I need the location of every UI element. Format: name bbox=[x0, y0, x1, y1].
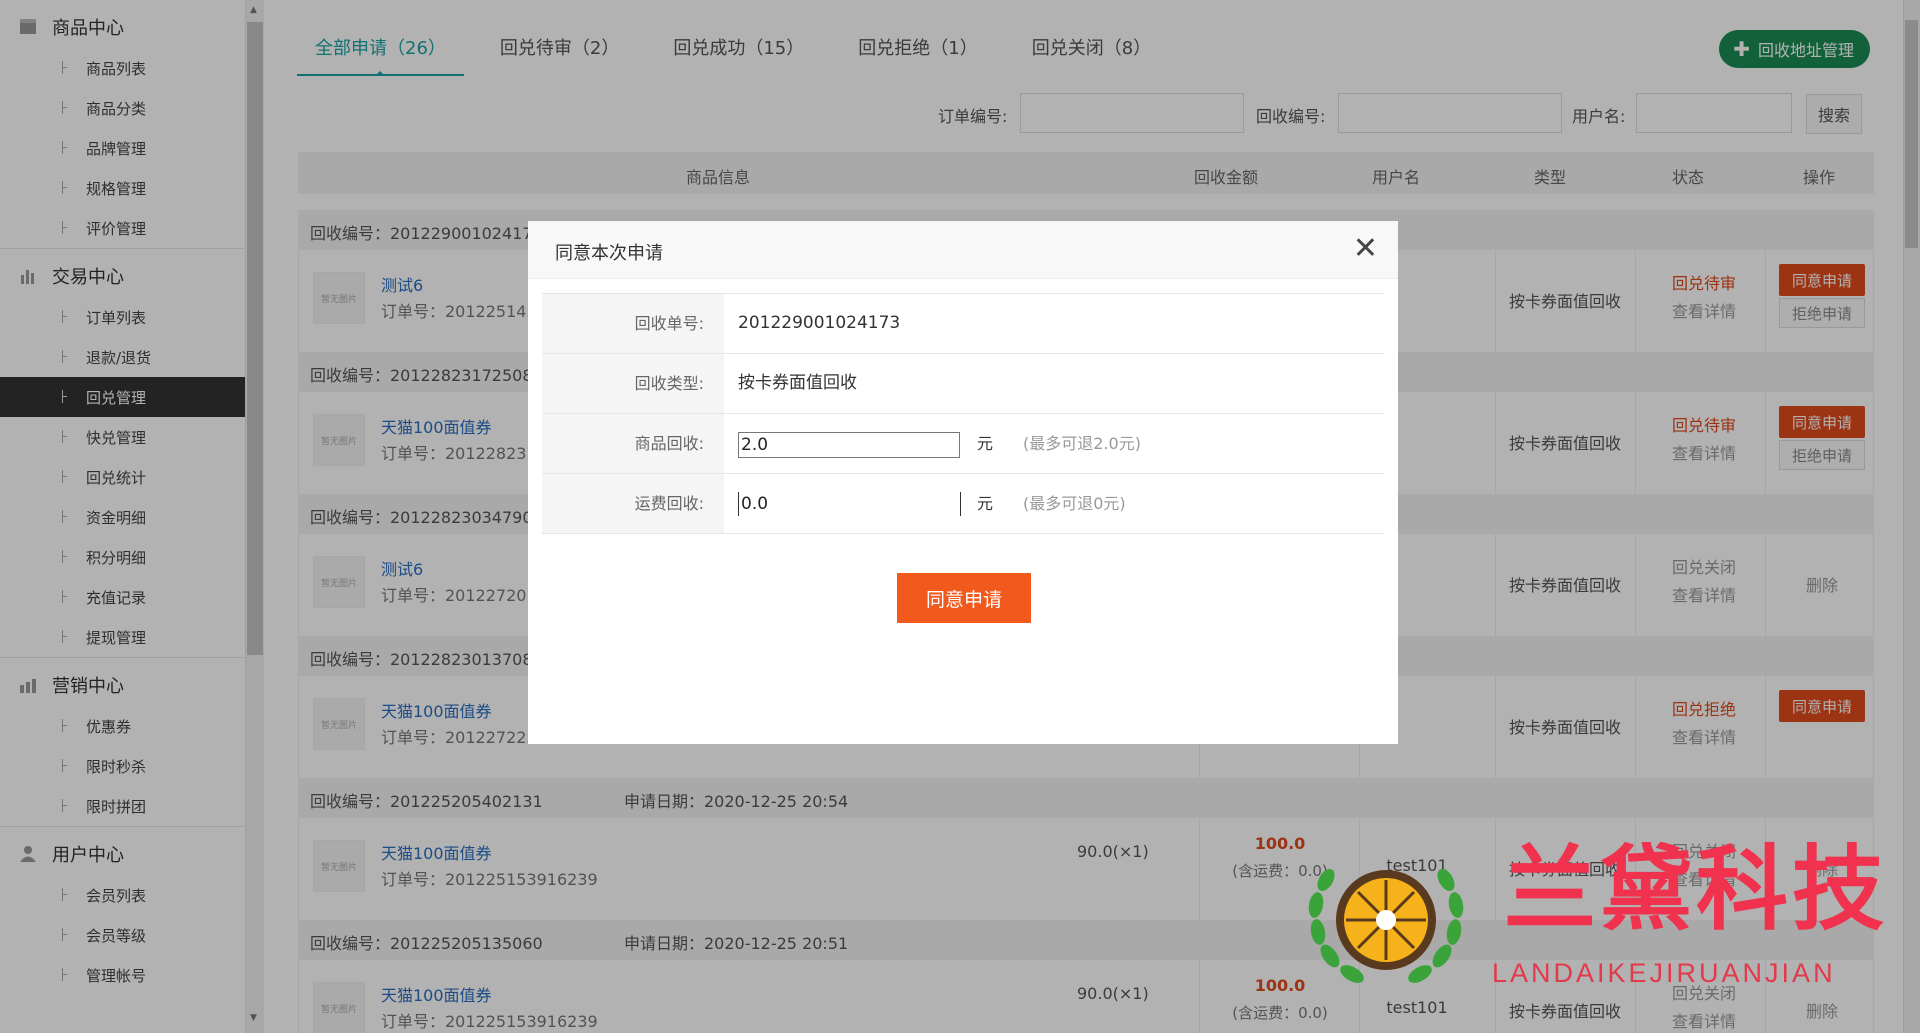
dialog-title: 同意本次申请 bbox=[555, 243, 663, 264]
input-edge bbox=[960, 492, 961, 516]
watermark: 兰黛科技 LANDAIKEJIRUANJIAN bbox=[1296, 840, 1896, 1000]
recycle-type-label: 回收类型: bbox=[542, 354, 724, 413]
goods-recycle-label: 商品回收: bbox=[542, 414, 724, 473]
dialog-header: 同意本次申请 ✕ bbox=[528, 221, 1398, 279]
watermark-subtext: LANDAIKEJIRUANJIAN bbox=[1492, 958, 1836, 988]
watermark-logo-icon bbox=[1308, 869, 1464, 983]
recycle-type-row: 回收类型: 按卡券面值回收 bbox=[542, 354, 1384, 414]
recycle-no-value: 201229001024173 bbox=[738, 313, 901, 333]
shipping-unit: 元 bbox=[977, 494, 994, 513]
agree-dialog: 同意本次申请 ✕ 回收单号: 201229001024173 回收类型: 按卡券… bbox=[528, 221, 1398, 744]
watermark-text: 兰黛科技 bbox=[1504, 839, 1889, 941]
goods-unit: 元 bbox=[977, 434, 994, 453]
goods-recycle-row: 商品回收: 2.0 元 (最多可退2.0元) bbox=[542, 414, 1384, 474]
shipping-max-hint: (最多可退0元) bbox=[1023, 494, 1126, 513]
recycle-no-label: 回收单号: bbox=[542, 294, 724, 353]
recycle-type-value: 按卡券面值回收 bbox=[738, 373, 857, 393]
recycle-no-row: 回收单号: 201229001024173 bbox=[542, 294, 1384, 354]
goods-recycle-input[interactable]: 2.0 bbox=[738, 432, 960, 458]
dialog-form: 回收单号: 201229001024173 回收类型: 按卡券面值回收 商品回收… bbox=[542, 293, 1384, 534]
shipping-recycle-row: 运费回收: 0.0 元 (最多可退0元) bbox=[542, 474, 1384, 534]
shipping-recycle-input[interactable]: 0.0 bbox=[738, 492, 960, 516]
goods-max-hint: (最多可退2.0元) bbox=[1023, 434, 1141, 453]
agree-submit-button[interactable]: 同意申请 bbox=[897, 573, 1031, 623]
close-icon[interactable]: ✕ bbox=[1353, 231, 1378, 267]
shipping-recycle-label: 运费回收: bbox=[542, 474, 724, 533]
